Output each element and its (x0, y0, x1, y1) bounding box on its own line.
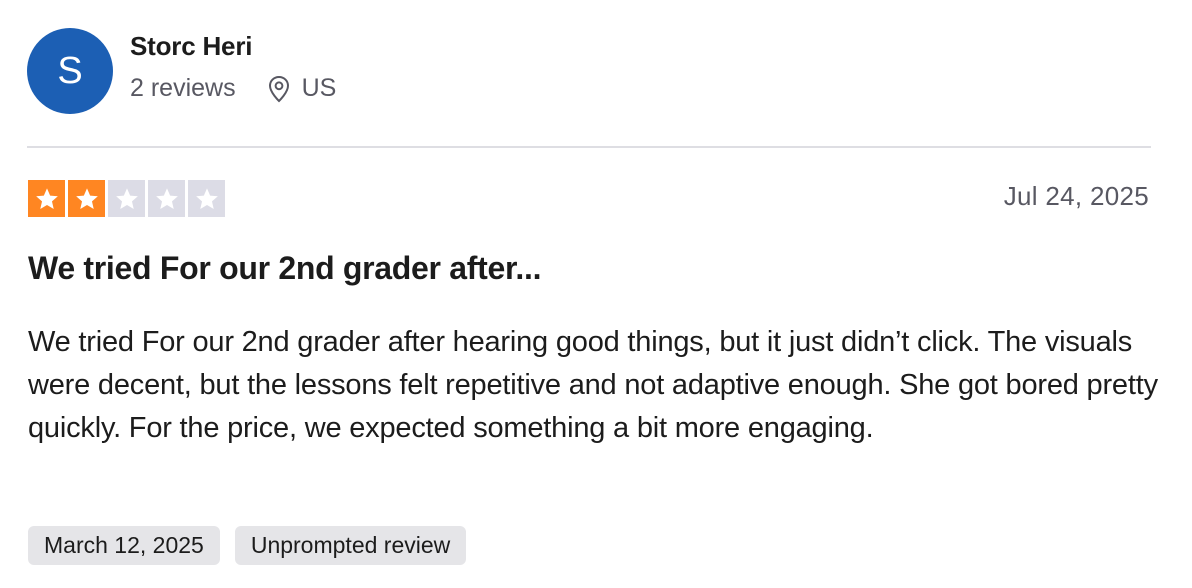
review-type-badge[interactable]: Unprompted review (234, 526, 467, 565)
divider (27, 146, 1151, 148)
review-count: 2 reviews (130, 74, 236, 102)
reviewer-name[interactable]: Storc Heri (130, 31, 252, 62)
review-date: Jul 24, 2025 (1003, 181, 1149, 211)
star-filled (28, 180, 65, 217)
experience-date-badge: March 12, 2025 (28, 526, 220, 565)
review-tags: March 12, 2025 Unprompted review (28, 526, 467, 565)
location-pin-icon (268, 75, 289, 102)
avatar[interactable]: S (27, 28, 113, 114)
star-empty (188, 180, 225, 217)
star-empty (108, 180, 145, 217)
star-icon (35, 187, 58, 209)
review-title[interactable]: We tried For our 2nd grader after... (28, 250, 541, 287)
star-rating (28, 180, 225, 217)
star-empty (148, 180, 185, 217)
star-icon (115, 187, 138, 209)
reviewer-location: US (268, 74, 337, 103)
review-card: S Storc Heri 2 reviews US Jul 24, 2025 W… (0, 0, 1192, 588)
star-icon (75, 187, 98, 209)
avatar-initial: S (57, 49, 83, 92)
location-label: US (301, 74, 337, 102)
reviewer-meta: 2 reviews US (130, 74, 336, 103)
star-icon (195, 187, 218, 209)
review-body: We tried For our 2nd grader after hearin… (28, 326, 1158, 444)
star-filled (68, 180, 105, 217)
star-icon (155, 187, 178, 209)
